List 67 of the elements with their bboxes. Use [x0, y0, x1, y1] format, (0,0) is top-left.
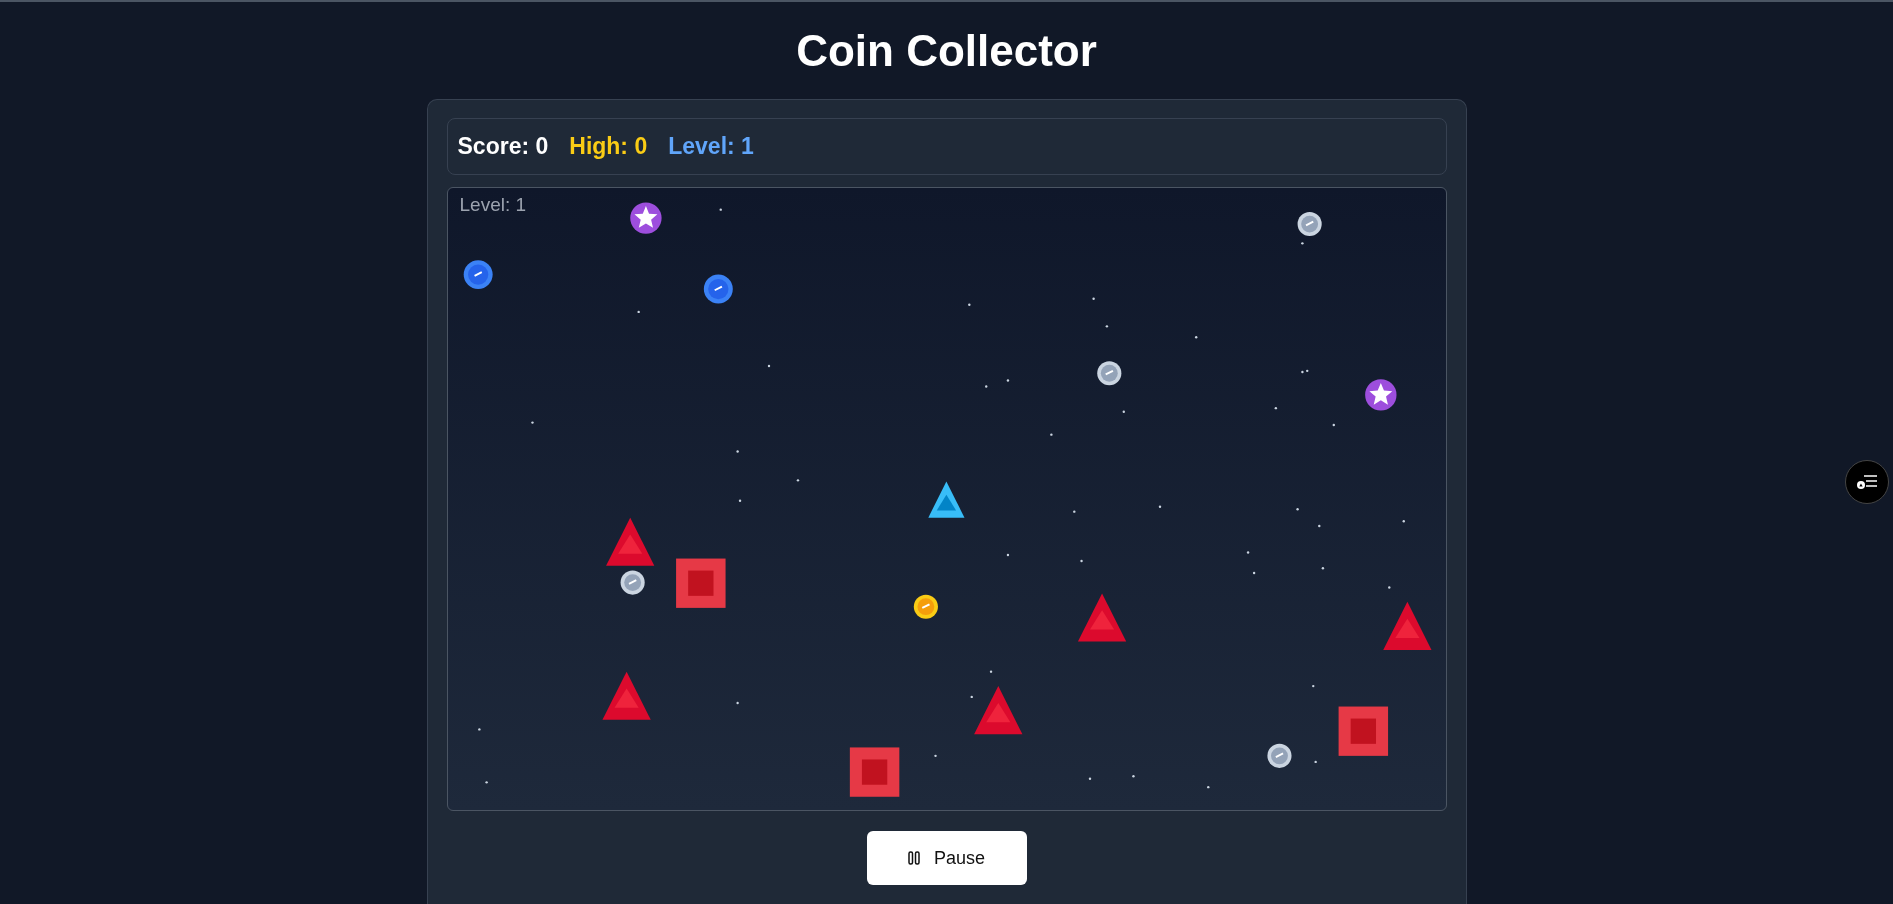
sparkle-dot: [735, 701, 739, 705]
side-menu-button[interactable]: [1845, 460, 1889, 504]
sparkle-dot: [1122, 410, 1125, 413]
coin-icon: [1297, 212, 1322, 237]
game-title: Coin Collector: [796, 29, 1097, 73]
sparkle-dot: [984, 385, 987, 388]
sparkle-dot: [1088, 777, 1091, 780]
coin-icon: [913, 594, 938, 619]
enemy-triangle: [973, 686, 1022, 735]
sparkle-dot: [1072, 510, 1075, 513]
sparkle-dot: [1402, 520, 1405, 523]
sparkle-dot: [1158, 505, 1161, 508]
pause-button[interactable]: Pause: [866, 831, 1027, 885]
sparkle-dot: [767, 364, 770, 368]
pause-icon: [907, 851, 920, 865]
sparkle-dot: [1295, 508, 1299, 511]
enemy-triangle: [601, 671, 651, 720]
sparkle-dot: [1321, 566, 1324, 570]
player-triangle: [927, 481, 964, 518]
sparkle-dot: [1105, 325, 1108, 328]
sparkle-dot: [735, 450, 739, 453]
coin-icon: [1096, 361, 1121, 386]
sparkle-dot: [738, 499, 741, 502]
score-stat: Score: 0: [457, 133, 549, 160]
sparkle-dot: [1300, 242, 1304, 245]
sparkle-dot: [989, 670, 992, 673]
sparkle-dot: [1049, 433, 1053, 436]
enemy-triangle: [1382, 601, 1431, 650]
coin-icon: [463, 260, 493, 290]
sparkle-dot: [933, 754, 937, 758]
sparkle-dot: [967, 303, 971, 306]
sparkle-dot: [1252, 571, 1255, 575]
sparkle-dot: [1006, 379, 1009, 382]
sparkle-dot: [1206, 785, 1209, 789]
sparkle-dot: [636, 310, 640, 314]
sparkle-dot: [970, 695, 973, 699]
enemy-triangle: [1077, 593, 1126, 642]
sparkle-dot: [1006, 553, 1009, 557]
sparkle-dot: [1311, 684, 1314, 688]
sparkle-dot: [484, 781, 488, 784]
coin-icon: [1266, 743, 1292, 768]
coin-icon: [620, 570, 645, 595]
sparkle-dot: [1313, 760, 1317, 764]
sparkle-dot: [530, 421, 534, 424]
level-stat: Level: 1: [668, 133, 754, 160]
list-icon: [1856, 474, 1878, 490]
enemy-square: [1338, 706, 1388, 756]
enemy-square: [675, 558, 726, 608]
sparkle-dot: [1091, 297, 1095, 300]
sparkle-dot: [1274, 406, 1277, 410]
coin-icon: [703, 274, 733, 304]
sparkle-dot: [796, 479, 799, 482]
star-coin-icon: [629, 202, 662, 234]
sparkle-dot: [477, 728, 481, 731]
level-overlay-label: Level: 1: [459, 194, 527, 216]
sparkle-dot: [1317, 524, 1320, 528]
sparkle-dot: [1332, 423, 1335, 427]
sparkle-dot: [1079, 559, 1083, 563]
star-coin-icon: [1364, 379, 1396, 411]
sparkle-dot: [1387, 586, 1390, 589]
enemy-square: [849, 747, 899, 797]
sparkle-dot: [1194, 336, 1197, 339]
enemy-triangle: [605, 517, 654, 566]
sparkle-dot: [1131, 775, 1135, 778]
sparkle-dot: [719, 208, 722, 211]
high-stat: High: 0: [569, 133, 648, 160]
sparkle-dot: [1246, 551, 1249, 554]
